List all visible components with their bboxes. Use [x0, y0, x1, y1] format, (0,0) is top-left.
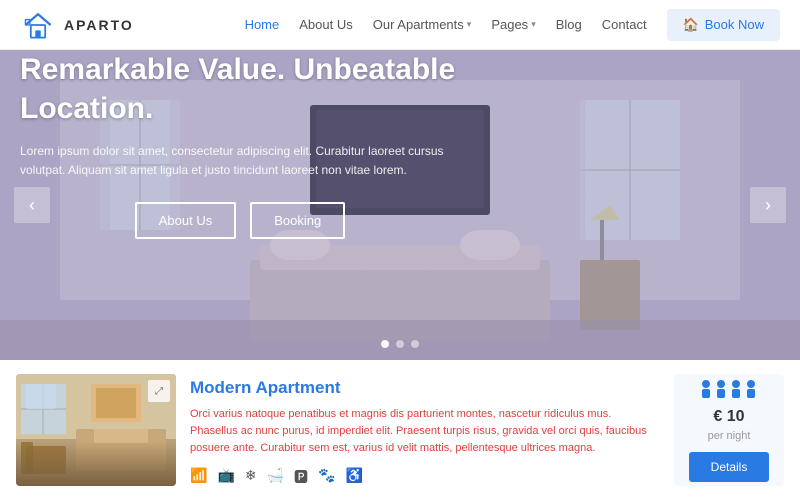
hero-dot-3[interactable] [411, 340, 419, 348]
nav-blog[interactable]: Blog [556, 17, 582, 32]
apartment-pricing: € 10 per night Details [674, 374, 784, 486]
book-icon: 🏠 [683, 17, 699, 33]
hero-next-button[interactable]: › [750, 187, 786, 223]
hero-title: Remarkable Value. Unbeatable Location. [20, 50, 460, 128]
hero-section: ‹ Remarkable Value. Unbeatable Location.… [0, 50, 800, 360]
main-nav: Home About Us Our Apartments ▾ Pages ▾ B… [245, 9, 780, 41]
hero-about-button[interactable]: About Us [135, 202, 236, 239]
apartment-info: Modern Apartment Orci varius natoque pen… [190, 374, 660, 486]
ac-icon: ❄ [245, 467, 257, 487]
price-per-night: per night [708, 430, 751, 442]
hero-content: Remarkable Value. Unbeatable Location. L… [0, 50, 480, 239]
hero-dot-1[interactable] [381, 340, 389, 348]
nav-about[interactable]: About Us [299, 17, 352, 32]
parking-icon: 🅿 [294, 467, 308, 487]
hero-booking-button[interactable]: Booking [250, 202, 345, 239]
nav-pages[interactable]: Pages ▾ [491, 17, 535, 32]
hero-dot-2[interactable] [396, 340, 404, 348]
apartment-description: Orci varius natoque penatibus et magnis … [190, 406, 660, 457]
logo-icon [20, 7, 56, 43]
hero-dots [381, 340, 419, 348]
wifi-icon: 📶 [190, 467, 207, 487]
book-now-button[interactable]: 🏠 Book Now [667, 9, 780, 41]
apartment-amenities: 📶 📺 ❄ 🛁 🅿 🐾 ♿ [190, 467, 660, 487]
hero-subtitle: Lorem ipsum dolor sit amet, consectetur … [20, 142, 460, 180]
header: APARTO Home About Us Our Apartments ▾ Pa… [0, 0, 800, 50]
apartment-title: Modern Apartment [190, 378, 660, 398]
wheelchair-icon: ♿ [345, 467, 362, 487]
hero-prev-button[interactable]: ‹ [14, 187, 50, 223]
tv-icon: 📺 [217, 467, 234, 487]
hero-buttons: About Us Booking [20, 202, 460, 239]
pages-caret: ▾ [531, 19, 536, 30]
bath-icon: 🛁 [267, 467, 284, 487]
logo-text: APARTO [64, 17, 134, 33]
nav-apartments[interactable]: Our Apartments ▾ [373, 17, 472, 32]
apartments-caret: ▾ [467, 19, 472, 30]
price-amount: € 10 [713, 408, 744, 426]
apartment-image: ⤢ [16, 374, 176, 486]
occupancy-icons [699, 378, 759, 400]
apartment-card-section: ⤢ Modern Apartment Orci varius natoque p… [0, 360, 800, 500]
pet-icon: 🐾 [318, 467, 335, 487]
apartment-desc-highlight: Curabitur sem est, varius id velit matti… [260, 442, 595, 454]
expand-icon[interactable]: ⤢ [148, 380, 170, 402]
nav-home[interactable]: Home [245, 17, 280, 32]
logo[interactable]: APARTO [20, 7, 134, 43]
nav-contact[interactable]: Contact [602, 17, 647, 32]
details-button[interactable]: Details [689, 452, 769, 482]
price-person-icons [699, 378, 759, 400]
